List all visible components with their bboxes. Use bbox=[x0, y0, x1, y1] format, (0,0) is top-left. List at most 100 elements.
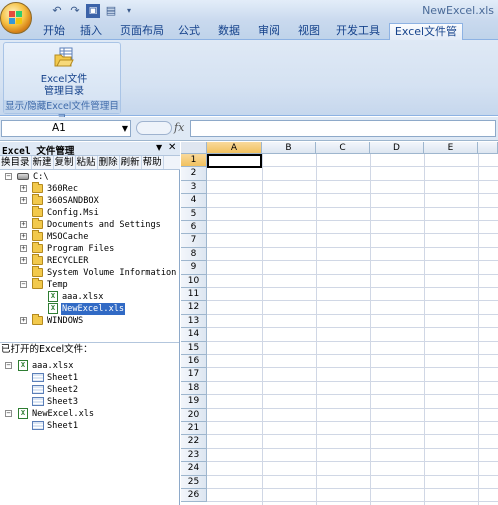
copy-button[interactable]: 复制 bbox=[54, 156, 76, 169]
formula-bar-resize-handle[interactable] bbox=[136, 121, 172, 135]
expand-icon[interactable]: + bbox=[20, 185, 27, 192]
tab-page-layout[interactable]: 页面布局 bbox=[118, 23, 166, 40]
row-header[interactable]: 11 bbox=[181, 288, 207, 302]
row-header[interactable]: 9 bbox=[181, 261, 207, 275]
row-header[interactable]: 4 bbox=[181, 194, 207, 208]
row-header[interactable]: 6 bbox=[181, 221, 207, 235]
grid-row-line bbox=[207, 380, 498, 382]
tree-label: NewExcel.xls bbox=[61, 303, 126, 315]
title-bar: ↶ ↷ ▣ ▤ ▾ NewExcel.xls bbox=[0, 0, 498, 34]
tab-insert[interactable]: 插入 bbox=[76, 23, 106, 40]
active-cell[interactable] bbox=[207, 154, 262, 169]
folder-icon bbox=[32, 194, 43, 205]
office-logo-icon bbox=[9, 11, 24, 26]
redo-icon[interactable]: ↷ bbox=[68, 4, 82, 18]
grid-row-line bbox=[207, 193, 498, 195]
row-header[interactable]: 1 bbox=[181, 154, 207, 168]
drive-icon bbox=[17, 173, 29, 180]
row-header[interactable]: 5 bbox=[181, 207, 207, 221]
tree-label: Temp bbox=[47, 280, 68, 290]
grid-row-line bbox=[207, 461, 498, 463]
column-header[interactable]: D bbox=[370, 142, 424, 154]
collapse-icon[interactable]: − bbox=[5, 362, 12, 369]
tree-label: Config.Msi bbox=[47, 208, 99, 218]
pane-title: Excel 文件管理 bbox=[2, 146, 75, 157]
expand-icon[interactable]: + bbox=[20, 233, 27, 240]
tab-formulas[interactable]: 公式 bbox=[174, 23, 204, 40]
column-header[interactable]: B bbox=[262, 142, 316, 154]
sheet-label: Sheet2 bbox=[47, 385, 79, 395]
row-header[interactable]: 21 bbox=[181, 422, 207, 436]
row-header[interactable]: 19 bbox=[181, 395, 207, 409]
collapse-icon[interactable]: − bbox=[5, 410, 12, 417]
worksheet-icon bbox=[32, 397, 44, 406]
row-header[interactable]: 23 bbox=[181, 448, 207, 463]
row-header[interactable]: 22 bbox=[181, 435, 207, 449]
worksheet-icon bbox=[32, 373, 44, 382]
pane-options-icon[interactable]: ▼ bbox=[156, 143, 162, 152]
row-header[interactable]: 2 bbox=[181, 167, 207, 181]
expand-icon[interactable]: + bbox=[20, 221, 27, 228]
file-manager-toggle-button[interactable]: Excel文件 管理目录 bbox=[34, 45, 94, 99]
folder-icon bbox=[32, 254, 43, 265]
row-header[interactable]: 26 bbox=[181, 489, 207, 503]
select-all-corner[interactable] bbox=[181, 142, 207, 154]
row-header[interactable]: 7 bbox=[181, 234, 207, 248]
undo-icon[interactable]: ↶ bbox=[50, 4, 64, 18]
folder-icon bbox=[32, 278, 43, 289]
tab-excel-file-manager[interactable]: Excel文件管理 bbox=[389, 23, 463, 54]
expand-icon[interactable]: + bbox=[20, 317, 27, 324]
help-button[interactable]: 帮助 bbox=[142, 156, 164, 169]
tab-home[interactable]: 开始 bbox=[39, 23, 69, 40]
tab-developer[interactable]: 开发工具 bbox=[334, 23, 382, 40]
opened-files-title: 已打开的Excel文件： bbox=[0, 342, 179, 356]
row-header[interactable]: 8 bbox=[181, 247, 207, 262]
formula-bar: A1 ▼ fx bbox=[0, 117, 498, 141]
worksheet-icon bbox=[32, 421, 44, 430]
name-box[interactable]: A1 ▼ bbox=[1, 120, 131, 137]
refresh-button[interactable]: 刷新 bbox=[120, 156, 142, 169]
row-header[interactable]: 12 bbox=[181, 301, 207, 315]
name-box-dropdown-icon[interactable]: ▼ bbox=[122, 121, 128, 136]
file-manager-pane: Excel 文件管理 ▼ ✕ 换目录 新建 复制 粘贴 删除 刷新 帮助 − C… bbox=[0, 142, 180, 505]
column-header-partial[interactable] bbox=[478, 142, 498, 154]
expand-icon[interactable]: + bbox=[20, 257, 27, 264]
ribbon-group-file-manager: Excel文件 管理目录 显示/隐藏Excel文件管理目录 bbox=[3, 42, 121, 125]
tab-data[interactable]: 数据 bbox=[214, 23, 244, 40]
delete-button[interactable]: 删除 bbox=[98, 156, 120, 169]
column-header[interactable]: A bbox=[207, 142, 262, 154]
pane-close-icon[interactable]: ✕ bbox=[168, 142, 176, 153]
row-header[interactable]: 10 bbox=[181, 274, 207, 288]
paste-button[interactable]: 粘贴 bbox=[76, 156, 98, 169]
change-directory-button[interactable]: 换目录 bbox=[0, 156, 32, 169]
worksheet-grid[interactable]: A B C D E 1 2 3 4 5 6 7 8 9 10 11 12 13 14 15 16 17 18 19 20 21 22… bbox=[181, 142, 498, 505]
office-button[interactable] bbox=[0, 2, 32, 34]
row-header[interactable]: 24 bbox=[181, 462, 207, 476]
print-preview-icon[interactable]: ▤ bbox=[104, 4, 118, 18]
row-header[interactable]: 17 bbox=[181, 368, 207, 382]
excel-file-icon: X bbox=[48, 291, 58, 302]
customize-qat-icon[interactable]: ▾ bbox=[122, 4, 136, 18]
row-header[interactable]: 20 bbox=[181, 408, 207, 422]
row-header[interactable]: 25 bbox=[181, 475, 207, 489]
insert-function-icon[interactable]: fx bbox=[174, 121, 184, 134]
folder-icon bbox=[32, 206, 43, 217]
collapse-icon[interactable]: − bbox=[5, 173, 12, 180]
row-header[interactable]: 14 bbox=[181, 328, 207, 342]
column-header[interactable]: E bbox=[424, 142, 478, 154]
save-icon[interactable]: ▣ bbox=[86, 3, 100, 18]
row-header[interactable]: 15 bbox=[181, 341, 207, 355]
row-header[interactable]: 13 bbox=[181, 314, 207, 329]
collapse-icon[interactable]: − bbox=[20, 281, 27, 288]
row-header[interactable]: 16 bbox=[181, 355, 207, 369]
tab-review[interactable]: 审阅 bbox=[254, 23, 284, 40]
new-button[interactable]: 新建 bbox=[32, 156, 54, 169]
formula-input[interactable] bbox=[190, 120, 496, 137]
tab-view[interactable]: 视图 bbox=[294, 23, 324, 40]
row-header[interactable]: 3 bbox=[181, 180, 207, 195]
expand-icon[interactable]: + bbox=[20, 197, 27, 204]
tree-label: aaa.xlsx bbox=[62, 292, 104, 302]
column-header[interactable]: C bbox=[316, 142, 370, 154]
row-header[interactable]: 18 bbox=[181, 381, 207, 396]
expand-icon[interactable]: + bbox=[20, 245, 27, 252]
